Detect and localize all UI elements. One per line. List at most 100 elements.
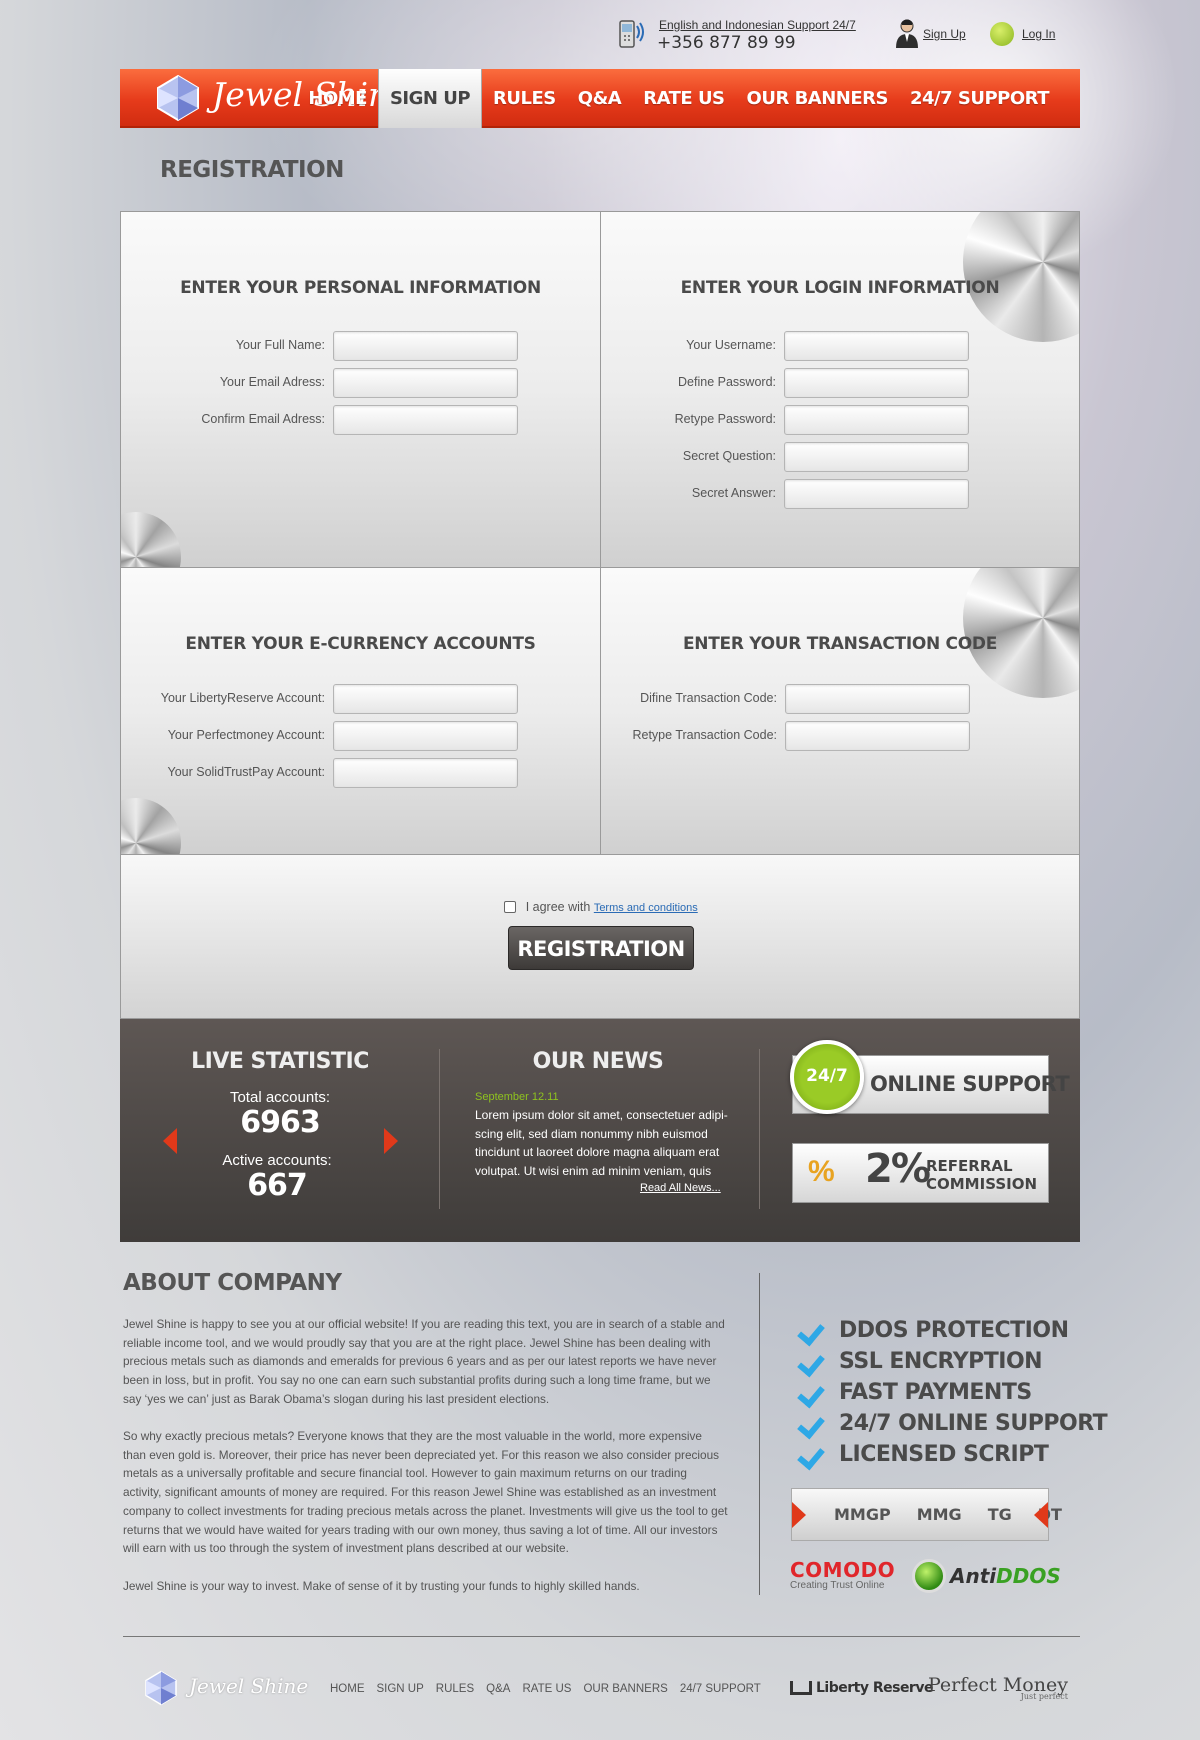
read-all-news-link[interactable]: Read All News... <box>640 1182 721 1194</box>
nav-item-rules[interactable]: RULES <box>482 69 567 128</box>
field-label: Retype Password: <box>674 412 776 426</box>
user-icon <box>896 19 918 48</box>
login-link[interactable]: Log In <box>1022 27 1055 41</box>
your-email-adress-input[interactable] <box>333 368 518 398</box>
nav-item-24-7-support[interactable]: 24/7 SUPPORT <box>899 69 1060 128</box>
monitor-list: MMGP MMG TG DT <box>834 1505 1062 1524</box>
personal-info-panel: ENTER YOUR PERSONAL INFORMATION Your Ful… <box>120 211 601 568</box>
monitor-link-tg[interactable]: TG <box>988 1505 1012 1524</box>
terms-agreement-row: I agree with Terms and conditions <box>121 900 1081 914</box>
about-paragraph: Jewel Shine is happy to see you at our o… <box>123 1317 725 1406</box>
terms-checkbox[interactable] <box>504 901 517 913</box>
define-password-input[interactable] <box>784 368 969 398</box>
antiddos-text-b: DDOS <box>996 1564 1061 1588</box>
field-label: Your SolidTrustPay Account: <box>167 765 326 779</box>
feature-label: FAST PAYMENTS <box>839 1380 1032 1405</box>
form-row: Secret Answer: <box>601 479 969 509</box>
live-statistic-heading: LIVE STATISTIC <box>191 1049 369 1074</box>
signup-link[interactable]: Sign Up <box>923 27 966 41</box>
form-row: Your Username: <box>601 331 969 361</box>
footer-nav: HOME SIGN UP RULES Q&A RATE US OUR BANNERS 24/… <box>330 1683 761 1695</box>
login-info-panel: ENTER YOUR LOGIN INFORMATION Your Userna… <box>600 211 1080 568</box>
confirm-email-adress-input[interactable] <box>333 405 518 435</box>
support-24-7-icon: 24/7 <box>790 1040 864 1114</box>
footer-nav-24-7-support[interactable]: 24/7 SUPPORT <box>680 1683 761 1695</box>
referral-label: REFERRAL COMMISSION <box>926 1157 1038 1193</box>
column-divider <box>439 1049 440 1209</box>
retype-password-input[interactable] <box>784 405 969 435</box>
nav-item-q-a[interactable]: Q&A <box>567 69 632 128</box>
next-arrow-icon[interactable] <box>384 1128 398 1154</box>
page-title: REGISTRATION <box>160 157 344 183</box>
footer-nav-our-banners[interactable]: OUR BANNERS <box>583 1683 667 1695</box>
percent-icon: % <box>808 1155 835 1188</box>
transaction-panel: ENTER YOUR TRANSACTION CODE Difine Trans… <box>600 567 1080 855</box>
monitor-link-mmg[interactable]: MMG <box>917 1505 962 1524</box>
comodo-badge[interactable]: COMODO Creating Trust Online <box>790 1558 895 1591</box>
previous-arrow-icon[interactable] <box>163 1128 177 1154</box>
diamond-decoration <box>121 512 181 567</box>
your-perfectmoney-account-input[interactable] <box>333 721 518 751</box>
field-label: Retype Transaction Code: <box>632 728 777 742</box>
support-badge-text: 24/7 <box>806 1066 848 1086</box>
footer-brand-logo[interactable]: Jewel Shine <box>189 1674 308 1698</box>
footer-nav-rate-us[interactable]: RATE US <box>522 1683 571 1695</box>
scroll-left-icon[interactable] <box>792 1502 806 1528</box>
about-paragraph: So why exactly precious metals? Everyone… <box>123 1429 728 1556</box>
comodo-tagline: Creating Trust Online <box>790 1580 885 1591</box>
feature-item: 24/7 ONLINE SUPPORT <box>797 1408 1108 1439</box>
diamond-decoration <box>963 212 1079 342</box>
ecurrency-panel: ENTER YOUR E-CURRENCY ACCOUNTS Your Libe… <box>120 567 601 855</box>
nav-item-our-banners[interactable]: OUR BANNERS <box>736 69 899 128</box>
perfect-money-logo[interactable]: Perfect Money Just perfect <box>928 1674 1068 1701</box>
field-label: Difine Transaction Code: <box>640 691 777 705</box>
your-solidtrustpay-account-input[interactable] <box>333 758 518 788</box>
diamond-decoration <box>963 568 1079 698</box>
feature-label: 24/7 ONLINE SUPPORT <box>839 1411 1108 1436</box>
form-row: Your LibertyReserve Account: <box>121 684 518 714</box>
field-label: Confirm Email Adress: <box>201 412 325 426</box>
antiddos-globe-icon <box>912 1559 946 1593</box>
nav-item-home[interactable]: HOME <box>297 69 378 128</box>
nav-item-sign-up[interactable]: SIGN UP <box>377 69 483 128</box>
top-bar: English and Indonesian Support 24/7 +356… <box>0 16 1200 56</box>
monitor-scroller: MMGP MMG TG DT <box>791 1488 1062 1541</box>
form-row: Your Perfectmoney Account: <box>121 721 518 751</box>
login-info-heading: ENTER YOUR LOGIN INFORMATION <box>680 278 1000 298</box>
news-date: September 12.11 <box>475 1091 559 1103</box>
terms-link[interactable]: Terms and conditions <box>594 902 698 914</box>
your-libertyreserve-account-input[interactable] <box>333 684 518 714</box>
online-support-label: ONLINE SUPPORT <box>870 1072 1070 1096</box>
liberty-reserve-icon <box>790 1681 812 1695</box>
your-full-name-input[interactable] <box>333 331 518 361</box>
antiddos-badge[interactable]: AntiDDOS <box>912 1559 1061 1593</box>
nav-menu: HOME SIGN UP RULES Q&A RATE US OUR BANNERS 24/… <box>297 69 1060 128</box>
secret-question-input[interactable] <box>784 442 969 472</box>
registration-button[interactable]: REGISTRATION <box>508 926 694 970</box>
feature-item: DDOS PROTECTION <box>797 1315 1107 1346</box>
secret-answer-input[interactable] <box>784 479 969 509</box>
about-paragraph: Jewel Shine is your way to invest. Make … <box>123 1579 640 1593</box>
footer-nav-home[interactable]: HOME <box>330 1683 365 1695</box>
scroll-right-icon[interactable] <box>1034 1502 1048 1528</box>
your-username-input[interactable] <box>784 331 969 361</box>
footer-nav-rules[interactable]: RULES <box>436 1683 474 1695</box>
field-label: Your Full Name: <box>235 338 325 352</box>
liberty-reserve-logo[interactable]: Liberty Reserve <box>790 1680 933 1696</box>
phone-icon <box>619 20 644 48</box>
form-row: Confirm Email Adress: <box>121 405 518 435</box>
lock-icon <box>990 22 1014 46</box>
diamond-decoration <box>121 798 181 854</box>
field-label: Your Email Adress: <box>219 375 325 389</box>
difine-transaction-code-input[interactable] <box>785 684 970 714</box>
nav-item-rate-us[interactable]: RATE US <box>632 69 735 128</box>
footer-nav-sign-up[interactable]: SIGN UP <box>377 1683 424 1695</box>
field-label: Define Password: <box>678 375 776 389</box>
support-hours-text: English and Indonesian Support 24/7 <box>659 18 856 32</box>
checkmark-icon <box>797 1412 827 1436</box>
personal-info-heading: ENTER YOUR PERSONAL INFORMATION <box>180 278 541 298</box>
monitor-link-mmgp[interactable]: MMGP <box>834 1505 891 1524</box>
retype-transaction-code-input[interactable] <box>785 721 970 751</box>
antiddos-logo-text: AntiDDOS <box>950 1564 1061 1588</box>
footer-nav-q-a[interactable]: Q&A <box>486 1683 510 1695</box>
